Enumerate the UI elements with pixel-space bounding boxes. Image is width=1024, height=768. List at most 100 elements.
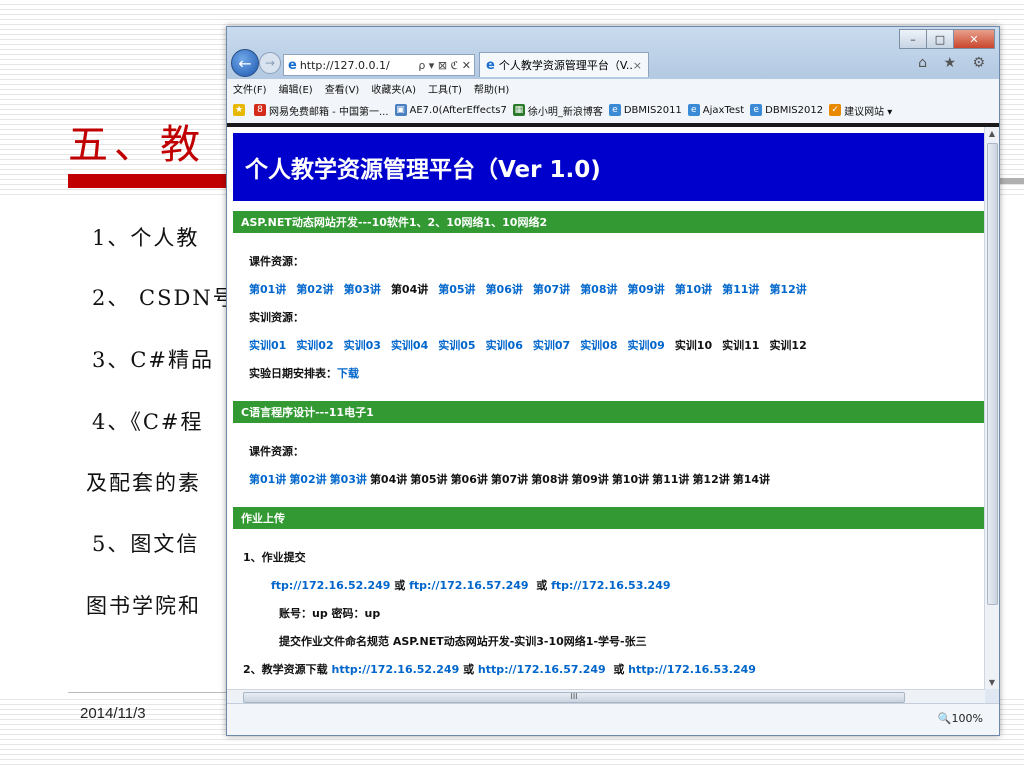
horizontal-scroll-thumb[interactable]: III (243, 692, 905, 703)
section2-lecture-1[interactable]: 第01讲 (249, 473, 286, 486)
section1-lecture-9[interactable]: 第09讲 (628, 283, 665, 296)
favorite-item-ae7[interactable]: ▣ AE7.0(AfterEffects7 (394, 104, 507, 116)
section2-lecture-3[interactable]: 第03讲 (330, 473, 367, 486)
section1-training-5[interactable]: 实训05 (438, 339, 475, 352)
section2-lecture-5: 第05讲 (410, 473, 448, 486)
vertical-scroll-thumb[interactable] (987, 143, 998, 605)
menu-favorites[interactable]: 收藏夹(A) (371, 81, 416, 96)
or-text: 或 (613, 663, 625, 676)
zoom-level[interactable]: 🔍100% (938, 712, 983, 725)
vertical-scrollbar[interactable]: ▲ ▼ (984, 127, 999, 689)
section2-lecture-11: 第11讲 (652, 473, 690, 486)
favorite-item-netease[interactable]: 8 网易免费邮箱 - 中国第一... (254, 103, 389, 118)
http-link-3[interactable]: http://172.16.53.249 (628, 663, 756, 676)
section1-training-4[interactable]: 实训04 (391, 339, 428, 352)
favorites-bar: ★ 8 网易免费邮箱 - 中国第一... ▣ AE7.0(AfterEffects7… (227, 97, 999, 124)
section2-lecture-2[interactable]: 第02讲 (289, 473, 326, 486)
ie-icon: e (608, 104, 621, 116)
favorite-item-sina-blog[interactable]: ▦ 徐小明_新浪博客 (512, 103, 603, 118)
suggested-sites-icon: ✓ (829, 104, 842, 116)
horizontal-scrollbar[interactable]: III (227, 689, 985, 704)
account-info: 账号：up 密码：up (279, 607, 381, 620)
section2-course-label: 课件资源： (249, 445, 304, 458)
menu-edit[interactable]: 编辑(E) (279, 81, 313, 96)
favorites-star-icon[interactable]: ★ (233, 104, 248, 116)
section2-lecture-10: 第10讲 (611, 473, 650, 486)
favorite-item-suggested-sites[interactable]: ✓ 建议网站 ▾ (829, 103, 892, 118)
menu-view[interactable]: 查看(V) (325, 81, 360, 96)
section1-training-2[interactable]: 实训02 (296, 339, 333, 352)
section2-lecture-4: 第04讲 (369, 473, 408, 486)
schedule-download-link[interactable]: 下载 (337, 367, 359, 380)
address-bar[interactable]: e http://127.0.0.1/ ρ ▾ ⊠ ℭ ✕ (283, 54, 475, 76)
section1-schedule: 实验日期安排表：下载 (249, 365, 359, 381)
section2-lecture-13: 第14讲 (732, 473, 771, 486)
section1-training-9[interactable]: 实训09 (628, 339, 665, 352)
http-link-2[interactable]: http://172.16.57.249 (478, 663, 606, 676)
section-aspnet-title: ASP.NET动态网站开发---10软件1、2、10网络1、10网络2 (233, 211, 985, 233)
menu-tools[interactable]: 工具(T) (428, 81, 462, 96)
address-url[interactable]: http://127.0.0.1/ (300, 59, 419, 72)
favorite-item-ajaxtest[interactable]: e AjaxTest (687, 104, 744, 116)
tab-active[interactable]: e 个人教学资源管理平台（V... × (479, 52, 649, 77)
schedule-label: 实验日期安排表： (249, 367, 337, 380)
slide-title: 五、教 (68, 122, 206, 168)
favorite-item-dbmis2011[interactable]: e DBMIS2011 (608, 104, 682, 116)
section1-training-12: 实训12 (769, 339, 807, 352)
ftp-link-3[interactable]: ftp://172.16.53.249 (551, 579, 670, 592)
arrow-right-icon: → (264, 56, 276, 70)
favorite-item-dbmis2012[interactable]: e DBMIS2012 (750, 104, 823, 116)
section1-training-8[interactable]: 实训08 (580, 339, 617, 352)
slide-footer-divider (68, 692, 228, 693)
section1-lecture-8[interactable]: 第08讲 (580, 283, 617, 296)
browser-window: – □ ✕ ← → e http://127.0.0.1/ ρ ▾ ⊠ ℭ ✕ … (226, 26, 1000, 736)
section1-course-label: 课件资源： (249, 255, 304, 268)
section1-lecture-4: 第04讲 (390, 283, 429, 296)
scroll-down-icon[interactable]: ▼ (985, 678, 999, 687)
ftp-link-2[interactable]: ftp://172.16.57.249 (409, 579, 528, 592)
section1-lecture-10[interactable]: 第10讲 (675, 283, 712, 296)
ftp-addresses: ftp://172.16.52.249 或 ftp://172.16.57.24… (271, 577, 671, 593)
minimize-button[interactable]: – (899, 29, 927, 49)
section1-training-6[interactable]: 实训06 (486, 339, 523, 352)
tab-title: 个人教学资源管理平台（V... (498, 59, 633, 72)
section1-lecture-6[interactable]: 第06讲 (486, 283, 523, 296)
section1-lecture-5[interactable]: 第05讲 (438, 283, 475, 296)
section1-training-7[interactable]: 实训07 (533, 339, 570, 352)
scroll-up-icon[interactable]: ▲ (985, 129, 999, 138)
menu-file[interactable]: 文件(F) (233, 81, 267, 96)
window-controls: – □ ✕ (899, 29, 995, 49)
back-button[interactable]: ← (231, 49, 259, 77)
section2-lecture-7: 第07讲 (490, 473, 529, 486)
ftp-link-1[interactable]: ftp://172.16.52.249 (271, 579, 390, 592)
section2-lecture-12: 第12讲 (692, 473, 730, 486)
section1-lecture-1[interactable]: 第01讲 (249, 283, 286, 296)
or-text: 或 (536, 579, 548, 592)
slide-line-1: 1、个人教 (92, 226, 200, 250)
section1-lecture-7[interactable]: 第07讲 (533, 283, 570, 296)
section1-training-1[interactable]: 实训01 (249, 339, 286, 352)
address-controls[interactable]: ρ ▾ ⊠ ℭ ✕ (418, 59, 471, 72)
section1-lecture-12[interactable]: 第12讲 (769, 283, 806, 296)
maximize-button[interactable]: □ (926, 29, 954, 49)
http-link-1[interactable]: http://172.16.52.249 (332, 663, 460, 676)
section1-lecture-2[interactable]: 第02讲 (296, 283, 333, 296)
slide-line-2: 2、 CSDN号 (92, 286, 236, 310)
toolbar-icons[interactable]: ⌂ ★ ⚙ (918, 55, 991, 71)
section1-training-3[interactable]: 实训03 (344, 339, 381, 352)
close-button[interactable]: ✕ (953, 29, 995, 49)
or-text: 或 (463, 663, 475, 676)
slide-line-5: 及配套的素 (86, 471, 201, 495)
section1-lecture-11[interactable]: 第11讲 (722, 283, 759, 296)
section2-lecture-8: 第08讲 (531, 473, 569, 486)
ie-icon: e (288, 57, 297, 73)
tab-close-icon[interactable]: × (633, 59, 642, 72)
homework-item-1: 1、作业提交 (243, 551, 306, 564)
menu-help[interactable]: 帮助(H) (474, 81, 509, 96)
browser-titlebar: – □ ✕ ← → e http://127.0.0.1/ ρ ▾ ⊠ ℭ ✕ … (227, 27, 999, 79)
section2-lecture-links: 第01讲 第02讲 第03讲 第04讲 第05讲 第06讲 第07讲 第08讲 第09讲 第10讲… (249, 471, 773, 487)
homework-item-2: 2、教学资源下载 http://172.16.52.249 或 http://1… (243, 661, 756, 677)
forward-button[interactable]: → (259, 52, 281, 74)
section1-lecture-3[interactable]: 第03讲 (344, 283, 381, 296)
ie-icon: e (486, 57, 495, 73)
